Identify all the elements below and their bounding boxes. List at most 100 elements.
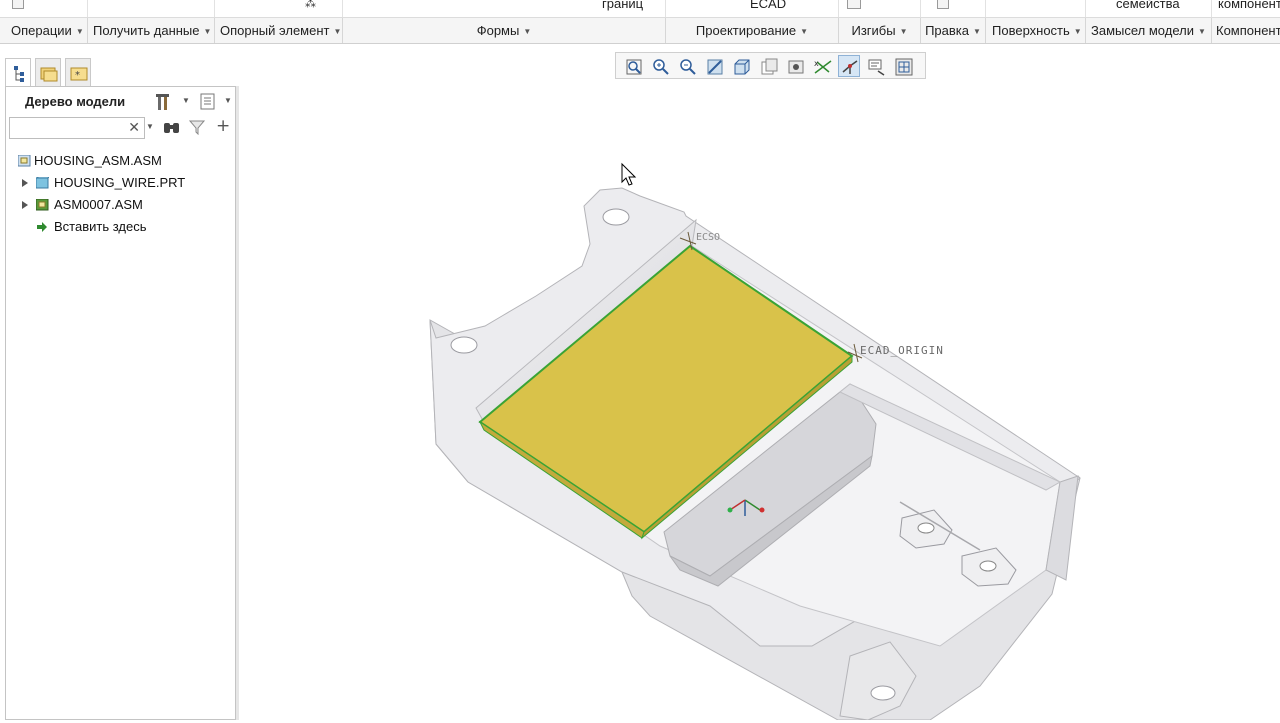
navigator-panel: Дерево модели ▼ ▼ ✕ ▼ + HOUSING_ASM.ASM [5, 86, 236, 720]
mouse-cursor-icon [621, 162, 637, 186]
expand-arrow-icon[interactable] [22, 201, 28, 209]
csys-label: ECSO [696, 232, 720, 243]
tree-item-label: ASM0007.ASM [54, 197, 143, 212]
search-input[interactable]: ✕ [9, 117, 145, 139]
group-model-intent[interactable]: Замысел модели ▼ [1086, 18, 1212, 43]
expand-arrow-icon[interactable] [22, 179, 28, 187]
zoom-in-button[interactable] [649, 55, 671, 77]
spin-center-icon [842, 60, 858, 74]
group-label: Изгибы [851, 23, 896, 38]
group-datum[interactable]: Опорный элемент ▼ [215, 18, 343, 43]
find-binoculars-icon[interactable] [163, 119, 181, 135]
folder-browser-icon [40, 67, 58, 82]
ribbon-group-bar: Операции ▼ Получить данные ▼ Опорный элеме… [0, 18, 1280, 44]
refit-icon [626, 59, 642, 75]
model-tree-icon [14, 66, 24, 82]
datum-display-icon: x [814, 59, 832, 74]
add-column-icon[interactable]: + [216, 116, 230, 136]
saved-orientations-button[interactable] [892, 55, 914, 77]
document-icon[interactable] [12, 0, 24, 9]
repaint-icon [707, 59, 723, 75]
favorites-tab[interactable]: * [65, 58, 91, 86]
tree-row-housing-asm[interactable]: HOUSING_ASM.ASM [6, 151, 235, 171]
group-bends[interactable]: Изгибы ▼ [839, 18, 921, 43]
part-icon [36, 177, 49, 189]
named-views-icon [734, 59, 750, 75]
dropdown-arrow-icon[interactable]: ▼ [146, 122, 154, 131]
dropdown-arrow-icon: ▼ [973, 27, 981, 36]
group-shapes[interactable]: Формы ▼ [343, 18, 666, 43]
dropdown-arrow-icon: ▼ [1073, 27, 1082, 36]
svg-text:x: x [814, 59, 819, 68]
group-surfaces[interactable]: Поверхность ▼ [986, 18, 1086, 43]
group-get-data[interactable]: Получить данные ▼ [88, 18, 215, 43]
display-style-button[interactable] [757, 55, 779, 77]
refit-button[interactable] [622, 55, 644, 77]
group-label: Правка [925, 23, 969, 38]
show-list-icon[interactable] [200, 93, 216, 111]
ribbon-cut-label[interactable]: границ [602, 0, 643, 11]
group-edit[interactable]: Правка ▼ [921, 18, 986, 43]
graphics-viewport[interactable]: ECAD_ORIGIN ECSO [240, 86, 1280, 721]
navigator-tabs: * [5, 58, 235, 86]
model-tree-header: Дерево модели ▼ ▼ [6, 87, 235, 117]
clear-icon[interactable]: ✕ [128, 119, 140, 136]
model-tree-tab[interactable] [5, 58, 31, 86]
model-3d-view[interactable]: ECAD_ORIGIN ECSO [240, 86, 1280, 721]
dropdown-arrow-icon: ▼ [333, 27, 342, 36]
sub-assembly-icon [36, 199, 49, 211]
settings-tools-icon[interactable] [156, 92, 172, 112]
model-tree-title: Дерево модели [25, 94, 126, 109]
ecad-origin-label: ECAD_ORIGIN [860, 344, 944, 357]
ribbon-cell: ⁂ [215, 0, 343, 17]
ribbon-cell [88, 0, 215, 17]
ribbon-cut-label[interactable]: ECAD [750, 0, 786, 11]
ribbon-cell [921, 0, 986, 17]
spin-center-button[interactable] [838, 55, 860, 77]
dropdown-arrow-icon[interactable]: ▼ [224, 96, 232, 105]
group-label: Формы [476, 23, 520, 38]
favorites-icon: * [70, 67, 88, 81]
zoom-out-icon [680, 59, 696, 75]
saved-orientations-icon [895, 58, 913, 76]
group-engineering[interactable]: Проектирование ▼ [666, 18, 839, 43]
annotation-display-icon [868, 59, 885, 76]
zoom-out-button[interactable] [676, 55, 698, 77]
group-label: Поверхность [992, 23, 1070, 38]
perspective-icon [788, 60, 804, 74]
dropdown-arrow-icon[interactable]: ▼ [182, 96, 190, 105]
dropdown-arrow-icon: ▼ [75, 27, 84, 36]
folder-browser-tab[interactable] [35, 58, 61, 86]
dropdown-arrow-icon: ▼ [800, 27, 809, 36]
tree-row-housing-wire[interactable]: HOUSING_WIRE.PRT [6, 173, 235, 193]
named-views-button[interactable] [730, 55, 752, 77]
tree-row-asm0007[interactable]: ASM0007.ASM [6, 195, 235, 215]
ribbon-cell: компонент [1212, 0, 1280, 17]
ribbon-cell: ECAD [666, 0, 839, 17]
ribbon-cut-label[interactable]: компонент [1218, 0, 1280, 11]
ribbon-cut-label[interactable]: семейства [1116, 0, 1180, 11]
group-operations[interactable]: Операции ▼ [0, 18, 88, 43]
tree-row-insert-here[interactable]: Вставить здесь [6, 217, 235, 237]
group-label: Компонент [1216, 23, 1280, 38]
group-label: Опорный элемент [220, 23, 330, 38]
dropdown-arrow-icon: ▼ [523, 27, 532, 36]
tree-item-label: HOUSING_WIRE.PRT [54, 175, 186, 190]
graphics-toolbar: x [615, 52, 926, 79]
ribbon-cell: семейства [1086, 0, 1212, 17]
bend-icon[interactable] [847, 0, 861, 9]
group-component[interactable]: Компонент [1212, 18, 1280, 43]
edit-icon[interactable] [937, 0, 949, 9]
datum-display-button[interactable]: x [811, 55, 833, 77]
zoom-in-icon [653, 59, 669, 75]
perspective-button[interactable] [784, 55, 806, 77]
ribbon-cell [839, 0, 921, 17]
repaint-button[interactable] [703, 55, 725, 77]
dropdown-arrow-icon: ▼ [203, 27, 212, 36]
panel-splitter[interactable] [235, 86, 239, 720]
datum-icon[interactable]: ⁂ [305, 0, 316, 10]
filter-icon[interactable] [189, 119, 205, 135]
ribbon-cell [0, 0, 88, 17]
annotation-display-button[interactable] [865, 55, 887, 77]
dropdown-arrow-icon: ▼ [899, 27, 908, 36]
